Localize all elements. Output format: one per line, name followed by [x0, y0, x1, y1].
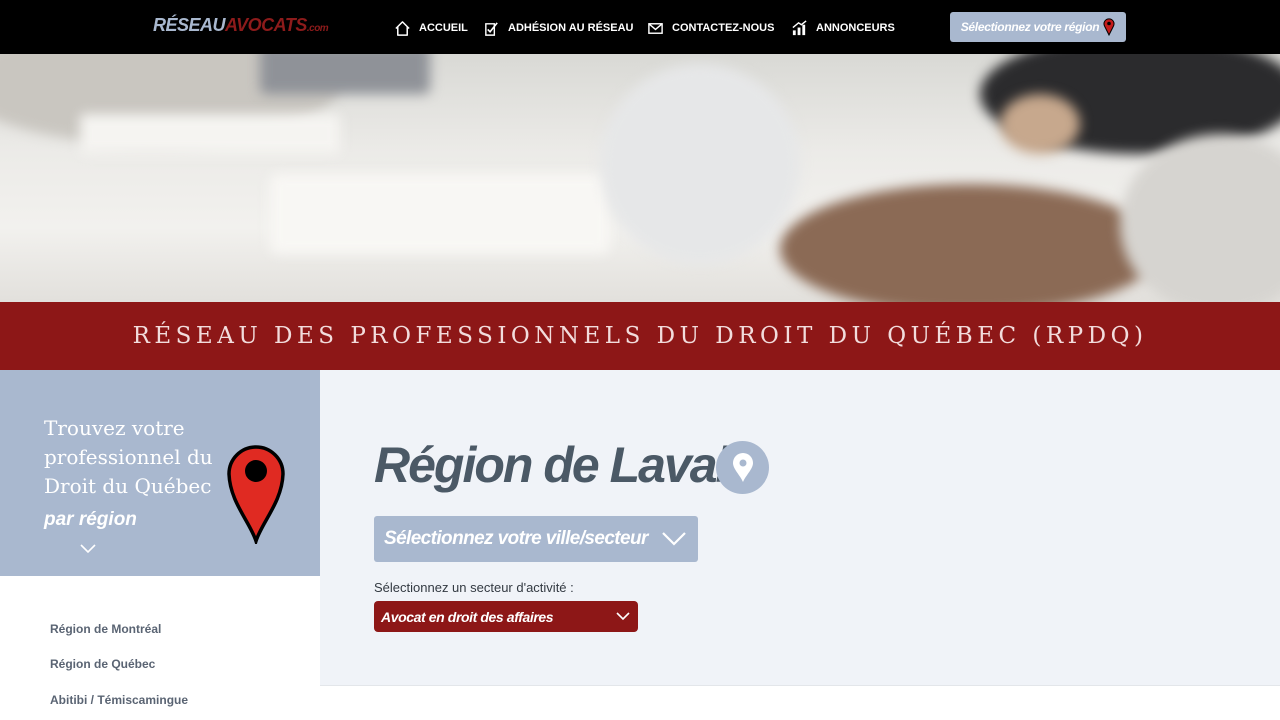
city-sector-dropdown[interactable]: Sélectionnez votre ville/secteur — [374, 516, 698, 562]
nav-accueil-label: ACCUEIL — [419, 22, 468, 34]
select-region-label: Sélectionnez votre région — [960, 20, 1100, 34]
nav-annonceurs[interactable]: ANNONCEURS — [791, 18, 895, 38]
sector-label: Sélectionnez un secteur d'activité : — [374, 580, 574, 595]
region-link-quebec[interactable]: Région de Québec — [50, 657, 155, 671]
location-pin-icon — [732, 452, 753, 482]
sector-selected-value: Avocat en droit des affaires — [381, 609, 554, 625]
region-link-montreal[interactable]: Région de Montréal — [50, 622, 161, 636]
city-sector-label: Sélectionnez votre ville/secteur — [384, 528, 648, 549]
nav-contact[interactable]: CONTACTEZ-NOUS — [647, 18, 774, 38]
envelope-icon — [648, 22, 663, 34]
chevron-down-icon — [616, 612, 630, 621]
checklist-icon — [485, 21, 498, 36]
map-pin-icon — [1103, 18, 1115, 36]
hero-image — [0, 54, 1280, 302]
nav-adhesion-label: ADHÉSION AU RÉSEAU — [508, 22, 634, 34]
chevron-down-icon[interactable] — [80, 544, 96, 554]
site-title: RÉSEAU DES PROFESSIONNELS DU DROIT DU QU… — [132, 323, 1148, 349]
nav-accueil[interactable]: ACCUEIL — [394, 18, 468, 38]
top-nav-bar: RÉSEAUAVOCATS.com ACCUEIL ADHÉSION AU RÉ… — [0, 0, 1280, 54]
location-badge — [716, 441, 769, 494]
select-region-button[interactable]: Sélectionnez votre région — [950, 12, 1126, 42]
region-list: Région de Montréal Région de Québec Abit… — [0, 576, 320, 720]
page-title: Région de Laval — [374, 437, 729, 493]
region-finder-title: Trouvez votre professionnel du Droit du … — [44, 416, 213, 498]
nav-annonceurs-label: ANNONCEURS — [816, 22, 895, 34]
map-marker-icon — [227, 445, 285, 544]
chevron-down-icon — [662, 532, 686, 546]
site-logo[interactable]: RÉSEAUAVOCATS.com — [153, 15, 329, 36]
nav-contact-label: CONTACTEZ-NOUS — [672, 22, 775, 34]
sector-dropdown[interactable]: Avocat en droit des affaires — [374, 601, 638, 632]
home-icon — [395, 20, 410, 36]
region-finder-subtitle: par région — [44, 509, 137, 530]
site-title-banner: RÉSEAU DES PROFESSIONNELS DU DROIT DU QU… — [0, 302, 1280, 370]
growth-chart-icon — [792, 19, 807, 35]
region-link-abitibi[interactable]: Abitibi / Témiscamingue — [50, 693, 188, 707]
nav-adhesion[interactable]: ADHÉSION AU RÉSEAU — [483, 18, 634, 38]
